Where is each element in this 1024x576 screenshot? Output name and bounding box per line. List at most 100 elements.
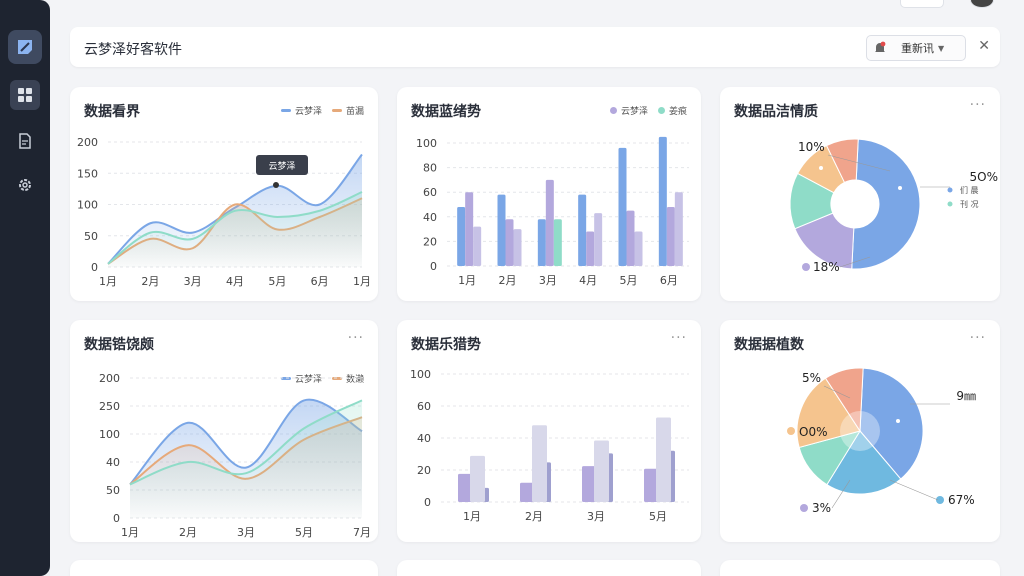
x-tick-label: 6月 [660, 274, 678, 287]
sidebar [0, 0, 50, 576]
x-tick-label: 4月 [226, 275, 244, 288]
leader-line [889, 479, 939, 501]
y-tick-label: 20 [423, 235, 437, 248]
card-bar-chart-1: 数据蓝绪势 云梦泽 姜痕 0 20 40 60 80 100 1月 2月 3月 4月 5月 6月 [397, 87, 701, 301]
x-tick-label: 5月 [295, 526, 313, 539]
pie-legend-label: 们 晨 [960, 185, 979, 195]
y-tick-label: 40 [423, 211, 437, 224]
pie-label: 10% [798, 140, 825, 154]
y-tick-label: 60 [417, 400, 431, 413]
pie-label: 67% [948, 493, 975, 507]
bar [553, 219, 562, 266]
x-tick-label: 6月 [311, 275, 329, 288]
settings-gear-icon[interactable] [10, 170, 40, 200]
y-tick-label: 40 [106, 456, 120, 469]
bar [586, 231, 595, 266]
bar [505, 219, 514, 266]
avatar[interactable] [970, 0, 994, 8]
y-tick-label: 50 [84, 230, 98, 243]
area-chart: 0 50 40 100 250 200 1月 2月 3月 5月 7月 [99, 372, 371, 539]
x-tick-label: 5月 [649, 510, 667, 523]
tooltip-label: 云梦泽 [268, 161, 295, 172]
y-tick-label: 100 [410, 368, 431, 381]
x-tick-label: 3月 [587, 510, 605, 523]
bar [594, 440, 609, 502]
bar [594, 213, 603, 266]
x-tick-label: 3月 [184, 275, 202, 288]
card-area-chart-2: 数据锆饶颇 ··· 云梦泽 数濑 0 50 40 100 250 200 1月 2月 3月 5月 7… [70, 320, 378, 542]
bar-chart: 0 20 40 60 100 1月 2月 3月 5月 [410, 368, 689, 523]
pie-marker [896, 419, 900, 423]
app-title: 云梦泽好客软件 [84, 42, 182, 58]
pie-chart: 5% 9㎜ O0% 67% 3% [787, 367, 976, 515]
pie-label: O0% [799, 425, 827, 439]
donut-chart: 10% 5O% 18% 们 晨刊 况 [789, 138, 998, 274]
x-tick-label: 4月 [579, 274, 597, 287]
bar [513, 229, 522, 266]
card-pie-chart: 数据据植数 ··· 5% 9㎜ O0% 67% 3% [720, 320, 1000, 542]
x-tick-label: 1月 [353, 275, 371, 288]
pie-marker [892, 490, 896, 494]
pie-label: 5% [802, 371, 821, 385]
document-icon[interactable] [10, 126, 40, 156]
notification-bell-icon [875, 41, 886, 52]
dashboard-grid-icon[interactable] [10, 80, 40, 110]
bar [465, 192, 474, 266]
x-tick-label: 7月 [353, 526, 371, 539]
bar [626, 210, 635, 266]
y-tick-label: 0 [113, 512, 120, 525]
y-tick-label: 200 [99, 372, 120, 385]
bar [658, 136, 667, 266]
x-tick-label: 2月 [525, 510, 543, 523]
area-chart: 0 50 100 150 200 1月 2月 3月 4月 5月 6月 1月 云梦泽 [77, 136, 371, 288]
x-tick-label: 5月 [268, 275, 286, 288]
x-tick-label: 1月 [463, 510, 481, 523]
card-partial [397, 560, 701, 576]
y-tick-label: 20 [417, 464, 431, 477]
pie-marker [898, 186, 902, 190]
header-action-button[interactable]: 重新讯 ▼ [866, 35, 966, 61]
bar [666, 206, 675, 266]
tooltip: 云梦泽 [256, 155, 308, 175]
y-tick-label: 150 [77, 167, 98, 180]
bar [532, 425, 547, 502]
x-tick-label: 1月 [99, 275, 117, 288]
pie-label: 9㎜ [956, 389, 976, 403]
x-tick-label: 3月 [539, 274, 557, 287]
card-partial [70, 560, 378, 576]
card-donut-chart: 数据品洁情质 ··· 10% 5O% 18% 们 晨刊 况 [720, 87, 1000, 301]
x-tick-label: 1月 [121, 526, 139, 539]
close-icon[interactable]: ✕ [978, 38, 990, 54]
card-bar-chart-2: 数据乐猎势 ··· 0 20 40 60 100 1月 2月 3月 5月 [397, 320, 701, 542]
x-tick-label: 1月 [458, 274, 476, 287]
header-bar: 云梦泽好客软件 重新讯 ▼ ✕ [70, 27, 1000, 67]
logo-icon[interactable] [8, 30, 42, 64]
bar [618, 147, 627, 266]
bar [656, 417, 671, 502]
pie-label: 18% [813, 260, 840, 274]
pie-slice [851, 138, 921, 270]
bar [578, 194, 587, 266]
bar-chart: 0 20 40 60 80 100 1月 2月 3月 4月 5月 6月 [416, 136, 689, 287]
bar [497, 194, 506, 266]
pie-legend-dot [802, 263, 810, 271]
pie-marker [819, 166, 823, 170]
bar [470, 455, 485, 502]
pie-legend-dot [947, 187, 953, 193]
chevron-down-icon: ▼ [938, 43, 945, 53]
y-tick-label: 0 [424, 496, 431, 509]
y-tick-label: 60 [423, 186, 437, 199]
y-tick-label: 200 [77, 136, 98, 149]
bar [674, 192, 683, 266]
pie-label: 5O% [970, 170, 998, 184]
bar [634, 231, 643, 266]
y-tick-label: 0 [430, 260, 437, 273]
y-tick-label: 100 [77, 199, 98, 212]
x-tick-label: 5月 [620, 274, 638, 287]
pie-center-highlight [840, 411, 880, 451]
top-button[interactable] [900, 0, 944, 8]
x-tick-label: 2月 [179, 526, 197, 539]
bar [457, 206, 466, 266]
x-tick-label: 3月 [237, 526, 255, 539]
pie-legend-dot [947, 201, 953, 207]
